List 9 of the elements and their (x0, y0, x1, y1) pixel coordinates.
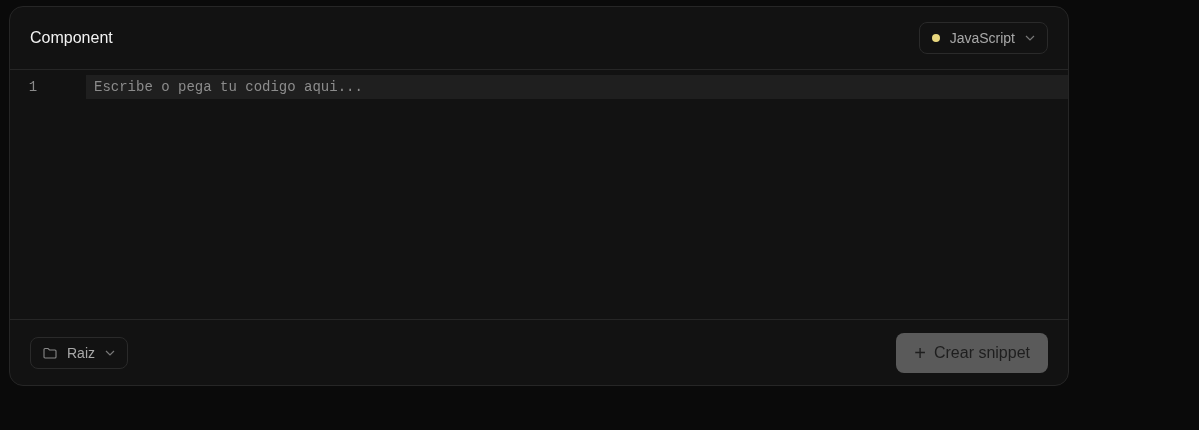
code-input[interactable]: Escribe o pega tu codigo aqui... (86, 75, 1068, 99)
folder-select[interactable]: Raiz (30, 336, 128, 369)
plus-icon: + (914, 342, 926, 363)
line-number: 1 (27, 78, 39, 97)
chevron-down-icon (1025, 35, 1035, 41)
language-select[interactable]: JavaScript (918, 22, 1048, 54)
card-title: Component (30, 29, 113, 47)
chevron-down-icon (105, 349, 115, 356)
folder-icon (43, 346, 57, 359)
